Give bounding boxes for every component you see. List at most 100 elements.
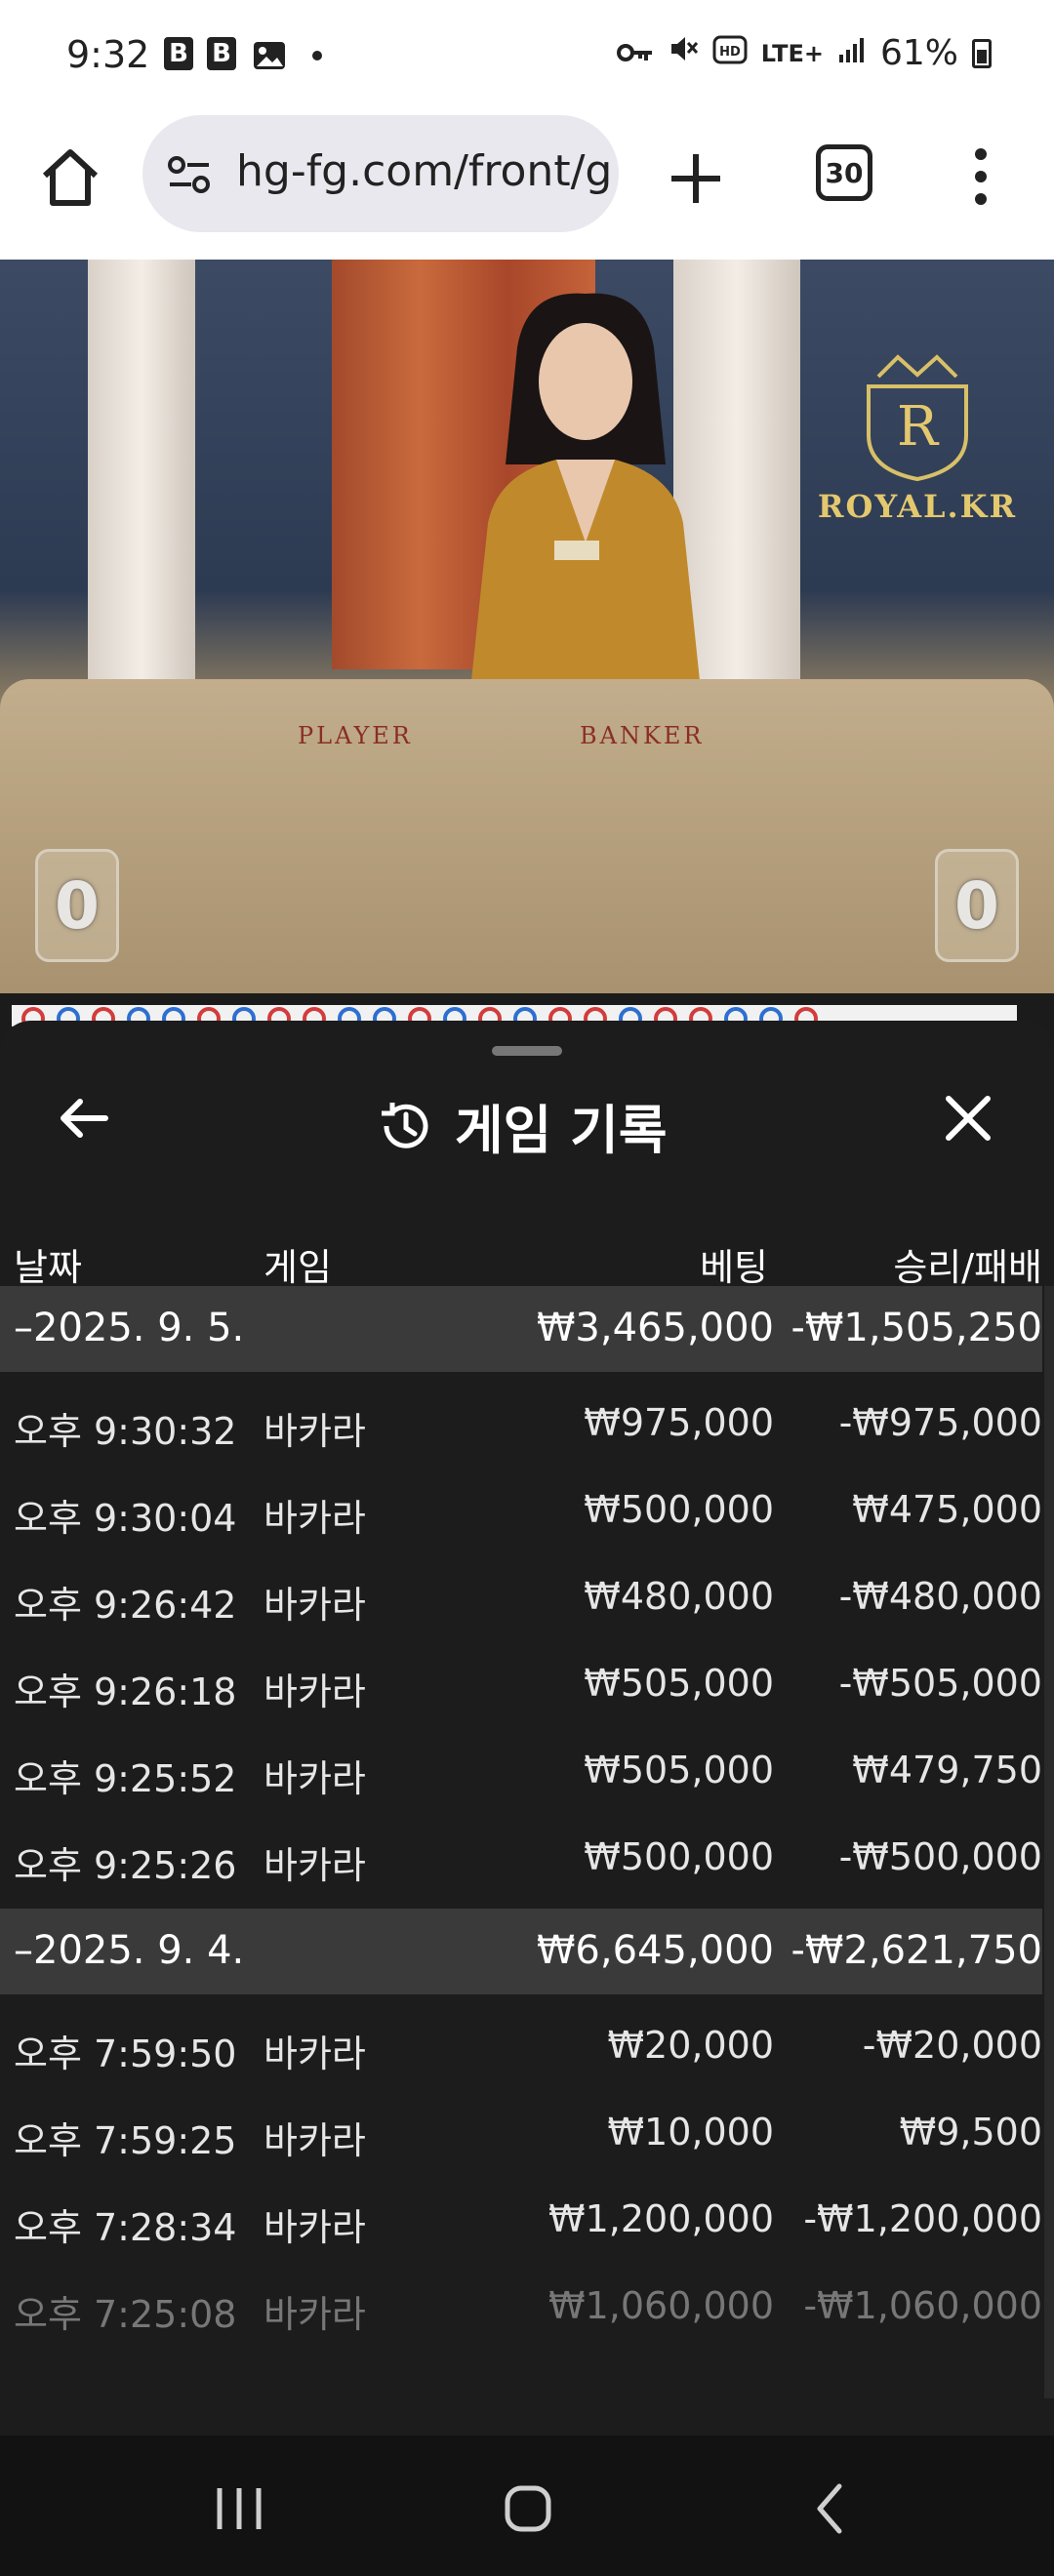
table-row[interactable]: 오후 9:30:04 바카라 ₩500,000 ₩475,000 (0, 1467, 1042, 1553)
row-bet: ₩10,000 (607, 2111, 774, 2153)
row-time: 오후 7:59:25 (14, 2119, 237, 2162)
row-time: 오후 7:59:50 (14, 2033, 237, 2075)
row-game: 바카라 (264, 1670, 366, 1713)
group-date: –2025. 9. 4. (14, 1928, 245, 1973)
table-row[interactable]: 오후 7:28:34 바카라 ₩1,200,000 -₩1,200,000 (0, 2176, 1042, 2263)
row-time: 오후 7:28:34 (14, 2206, 237, 2249)
row-game: 바카라 (264, 2206, 366, 2249)
system-navigation-bar (0, 2435, 1054, 2576)
back-arrow-icon[interactable] (55, 1089, 113, 1147)
row-bet: ₩505,000 (584, 1662, 774, 1705)
row-time: 오후 9:30:32 (14, 1410, 237, 1453)
group-bet-total: ₩6,645,000 (536, 1928, 774, 1973)
sheet-title-text: 게임 기록 (455, 1100, 668, 1161)
site-settings-icon[interactable] (166, 154, 213, 195)
row-bet: ₩1,200,000 (548, 2197, 774, 2240)
row-time: 오후 9:25:26 (14, 1844, 237, 1887)
row-bet: ₩500,000 (584, 1835, 774, 1878)
row-result: -₩1,200,000 (803, 2197, 1042, 2240)
table-row[interactable]: 오후 9:25:26 바카라 ₩500,000 -₩500,000 (0, 1814, 1042, 1901)
row-game: 바카라 (264, 1844, 366, 1887)
history-list: –2025. 9. 5. ₩3,465,000 -₩1,505,250 오후 9… (0, 1286, 1042, 2350)
row-bet: ₩1,060,000 (548, 2284, 774, 2327)
row-time: 오후 7:25:08 (14, 2293, 237, 2336)
column-bet[interactable]: 베팅 (700, 1237, 768, 1291)
brand-text: ROYAL.KR (817, 488, 1018, 525)
table-row[interactable]: 오후 9:25:52 바카라 ₩505,000 ₩479,750 (0, 1727, 1042, 1814)
table-row[interactable]: 오후 7:25:08 바카라 ₩1,060,000 -₩1,060,000 (0, 2263, 1042, 2350)
address-bar[interactable]: hg-fg.com/front/g (142, 115, 619, 232)
background-pillar (88, 260, 195, 699)
home-button[interactable] (35, 142, 105, 213)
recent-apps-icon[interactable] (205, 2475, 273, 2543)
table-player-label: PLAYER (298, 722, 413, 749)
battery-icon (972, 38, 992, 68)
notification-b-icon: B (164, 37, 193, 70)
row-game: 바카라 (264, 2119, 366, 2162)
player-score: 0 (35, 849, 119, 962)
url-text[interactable]: hg-fg.com/front/g (236, 146, 612, 196)
table-row[interactable]: 오후 9:26:42 바카라 ₩480,000 -₩480,000 (0, 1553, 1042, 1640)
row-result: ₩479,750 (852, 1749, 1042, 1791)
baccarat-table (0, 679, 1054, 993)
more-options-icon[interactable] (966, 144, 995, 209)
game-history-sheet: 게임 기록 날짜 게임 베팅 승리/패배 –2025. 9. 5. ₩3,465… (0, 1021, 1054, 2435)
date-group-header[interactable]: –2025. 9. 5. ₩3,465,000 -₩1,505,250 (0, 1286, 1042, 1372)
row-bet: ₩20,000 (607, 2024, 774, 2067)
table-banker-label: BANKER (580, 722, 705, 749)
column-date[interactable]: 날짜 (14, 1237, 82, 1291)
row-time: 오후 9:26:42 (14, 1584, 237, 1627)
row-time: 오후 9:30:04 (14, 1497, 237, 1540)
scrollbar-track[interactable] (1044, 1286, 1054, 2398)
notification-b-icon: B (207, 37, 236, 70)
mute-icon (668, 33, 699, 73)
row-bet: ₩480,000 (584, 1575, 774, 1618)
table-row[interactable]: 오후 7:59:50 바카라 ₩20,000 -₩20,000 (0, 2002, 1042, 2089)
svg-text:HD: HD (719, 45, 741, 60)
row-result: ₩9,500 (899, 2111, 1042, 2153)
royal-logo: R ROYAL.KR (810, 347, 1025, 525)
drag-handle[interactable] (492, 1046, 562, 1056)
group-date: –2025. 9. 5. (14, 1306, 245, 1350)
row-result: -₩975,000 (838, 1401, 1042, 1444)
row-result: -₩500,000 (838, 1835, 1042, 1878)
row-game: 바카라 (264, 1497, 366, 1540)
network-type: LTE+ (760, 39, 824, 67)
table-row[interactable]: 오후 9:26:18 바카라 ₩505,000 -₩505,000 (0, 1640, 1042, 1727)
table-header: 날짜 게임 베팅 승리/패배 (0, 1228, 1054, 1290)
column-result[interactable]: 승리/패배 (893, 1237, 1042, 1291)
row-game: 바카라 (264, 2293, 366, 2336)
row-game: 바카라 (264, 1757, 366, 1800)
dot-icon (310, 37, 324, 74)
home-nav-icon[interactable] (494, 2475, 562, 2543)
date-group-header[interactable]: –2025. 9. 4. ₩6,645,000 -₩2,621,750 (0, 1909, 1042, 1994)
live-video-stream[interactable]: PLAYER BANKER R ROYAL.KR 0 0 (0, 260, 1054, 993)
status-bar: 9:32 B B HD LTE+ 61% (0, 0, 1054, 115)
signal-icon (837, 33, 867, 73)
group-result-total: -₩1,505,250 (790, 1306, 1042, 1350)
row-bet: ₩500,000 (584, 1488, 774, 1531)
group-bet-total: ₩3,465,000 (536, 1306, 774, 1350)
crown-shield-icon: R (867, 354, 968, 482)
row-result: -₩1,060,000 (803, 2284, 1042, 2327)
row-game: 바카라 (264, 2033, 366, 2075)
new-tab-button[interactable] (666, 148, 726, 209)
table-row[interactable]: 오후 7:59:25 바카라 ₩10,000 ₩9,500 (0, 2089, 1042, 2176)
dealer-figure (468, 293, 703, 708)
tab-switcher-button[interactable]: 30 (816, 144, 872, 201)
row-game: 바카라 (264, 1584, 366, 1627)
key-icon (616, 33, 654, 73)
banker-score: 0 (935, 849, 1019, 962)
back-nav-icon[interactable] (796, 2475, 865, 2543)
sheet-title: 게임 기록 (375, 1087, 668, 1164)
row-result: ₩475,000 (852, 1488, 1042, 1531)
row-time: 오후 9:25:52 (14, 1757, 237, 1800)
row-game: 바카라 (264, 1410, 366, 1453)
battery-percent: 61% (879, 33, 958, 73)
column-game[interactable]: 게임 (264, 1237, 332, 1291)
row-bet: ₩505,000 (584, 1749, 774, 1791)
table-row[interactable]: 오후 9:30:32 바카라 ₩975,000 -₩975,000 (0, 1380, 1042, 1467)
status-right: HD LTE+ 61% (616, 33, 992, 73)
row-result: -₩505,000 (838, 1662, 1042, 1705)
close-icon[interactable] (939, 1089, 997, 1147)
